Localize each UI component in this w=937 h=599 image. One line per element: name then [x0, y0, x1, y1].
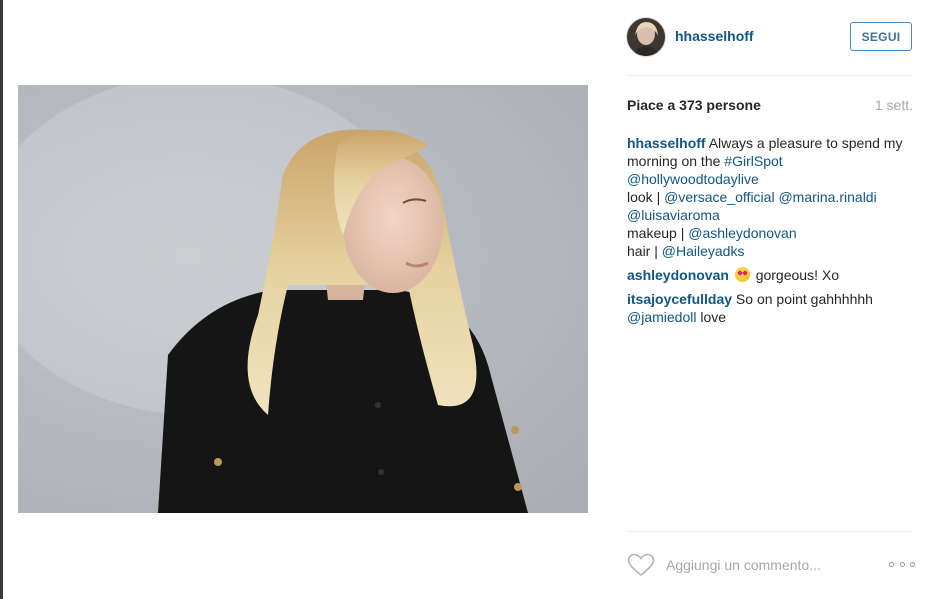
- comment-username[interactable]: ashleydonovan: [627, 267, 729, 283]
- mention-link[interactable]: @ashleydonovan: [688, 225, 796, 241]
- comment-item: ashleydonovan gorgeous! Xo: [627, 266, 917, 284]
- comment-username[interactable]: hhasselhoff: [627, 135, 706, 151]
- mention-link[interactable]: @marina.rinaldi: [778, 189, 876, 205]
- dot-icon: [899, 561, 905, 567]
- photo-illustration: [18, 85, 528, 513]
- mention-link[interactable]: @Haileyadks: [662, 243, 745, 259]
- mention-link[interactable]: @hollywoodtodaylive: [627, 171, 759, 187]
- window-edge: [0, 0, 3, 599]
- dot-icon: [889, 561, 894, 567]
- author-avatar[interactable]: [626, 17, 666, 57]
- avatar-image: [627, 18, 665, 56]
- mention-link[interactable]: @versace_official: [664, 189, 774, 205]
- caption-text: makeup |: [627, 225, 689, 241]
- caption-text: hair |: [627, 243, 662, 259]
- footer-divider: [626, 531, 913, 532]
- follow-button[interactable]: SEGUI: [850, 22, 912, 51]
- comment-item: itsajoycefullday So on point gahhhhhh @j…: [627, 290, 917, 326]
- caption-text: look |: [627, 189, 665, 205]
- mention-link[interactable]: @jamiedoll: [627, 309, 696, 325]
- dot-icon: [910, 561, 915, 567]
- add-comment-input[interactable]: [666, 556, 876, 574]
- comment-text: love: [696, 309, 727, 325]
- header-divider: [626, 75, 913, 76]
- hashtag-link[interactable]: #GirlSpot: [724, 153, 782, 169]
- more-options-icon[interactable]: [889, 557, 915, 571]
- author-username[interactable]: hhasselhoff: [675, 28, 754, 44]
- comment-text: So on point gahhhhhh: [732, 291, 873, 307]
- post-photo[interactable]: [18, 85, 588, 513]
- heart-icon[interactable]: [627, 553, 655, 577]
- caption: hhasselhoff Always a pleasure to spend m…: [627, 134, 917, 260]
- likes-count[interactable]: Piace a 373 persone: [627, 97, 761, 113]
- comments-list: hhasselhoff Always a pleasure to spend m…: [627, 134, 917, 332]
- heart-eyes-emoji-icon: [734, 267, 750, 282]
- comment-text: gorgeous! Xo: [751, 267, 839, 283]
- comment-username[interactable]: itsajoycefullday: [627, 291, 732, 307]
- mention-link[interactable]: @luisaviaroma: [627, 207, 720, 223]
- post-time[interactable]: 1 sett.: [875, 97, 913, 113]
